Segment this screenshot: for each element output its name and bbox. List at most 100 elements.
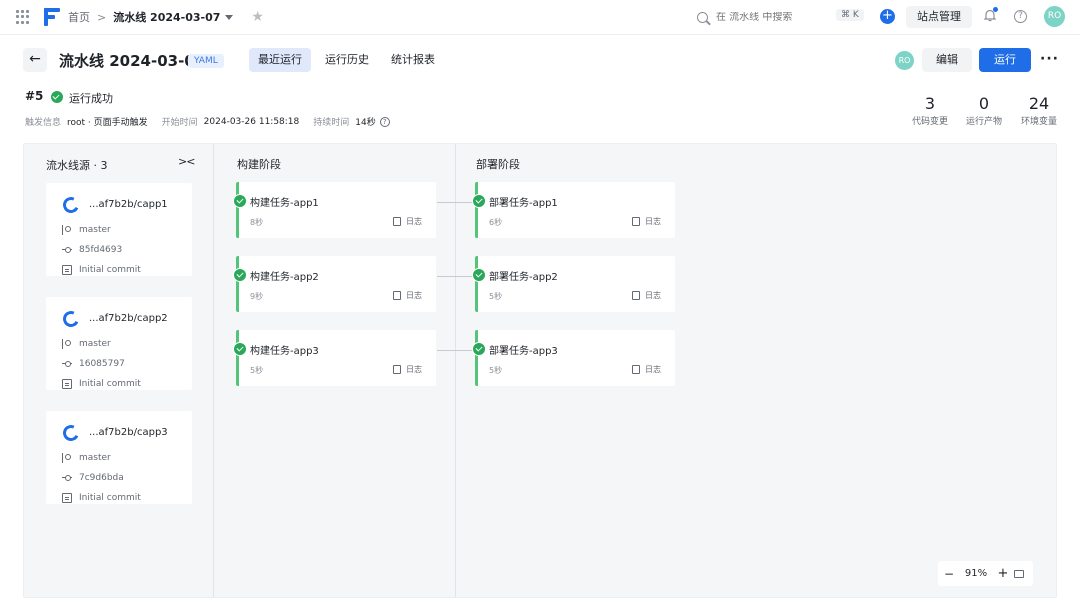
branch-name: master (79, 225, 111, 235)
search-icon (697, 11, 708, 23)
log-link[interactable]: 日志 (393, 290, 422, 301)
branch-name: master (79, 453, 111, 463)
commit-message: Initial commit (79, 493, 141, 503)
tab-recent-runs[interactable]: 最近运行 (249, 48, 311, 72)
branch-icon (62, 339, 72, 349)
source-card[interactable]: ...af7b2b/capp2 master 16085797 Initial … (46, 297, 192, 390)
meta-duration-value: 14秒 (355, 118, 376, 128)
job-name: 构建任务-app2 (250, 272, 319, 283)
commit-hash: 85fd4693 (79, 245, 123, 255)
app-logo-icon[interactable] (44, 8, 60, 26)
job-connector (437, 350, 475, 351)
commit-message: Initial commit (79, 265, 141, 275)
source-card[interactable]: ...af7b2b/capp1 master 85fd4693 Initial … (46, 183, 192, 276)
log-link[interactable]: 日志 (632, 364, 661, 375)
source-card[interactable]: ...af7b2b/capp3 master 7c9d6bda Initial … (46, 411, 192, 504)
breadcrumb-dropdown-icon[interactable] (225, 14, 234, 20)
message-line: Initial commit (62, 265, 141, 275)
zoom-controls: − 91% + (938, 561, 1033, 586)
job-duration: 5秒 (250, 366, 264, 375)
zoom-out-button[interactable]: − (938, 567, 960, 581)
commit-icon (62, 359, 72, 369)
log-link[interactable]: 日志 (632, 290, 661, 301)
commit-hash: 7c9d6bda (79, 473, 124, 483)
job-name: 部署任务-app3 (489, 346, 558, 357)
message-line: Initial commit (62, 493, 141, 503)
info-icon[interactable]: ? (379, 116, 390, 127)
commit-hash: 16085797 (79, 359, 125, 369)
commit-icon (62, 245, 72, 255)
collapse-icon[interactable]: >< (178, 155, 195, 168)
meta-trigger-key: 触发信息 (25, 118, 62, 128)
search-input[interactable] (716, 11, 826, 23)
log-label: 日志 (406, 365, 422, 374)
branch-line: master (62, 339, 111, 349)
back-button[interactable]: ← (23, 48, 47, 72)
stage-title-build: 构建阶段 (237, 158, 281, 171)
stat-code-changes[interactable]: 3 代码变更 (908, 94, 952, 127)
add-icon[interactable]: + (880, 9, 895, 24)
log-label: 日志 (645, 365, 661, 374)
apps-grid-icon[interactable] (16, 10, 30, 24)
log-link[interactable]: 日志 (632, 216, 661, 227)
commit-icon (62, 473, 72, 483)
zoom-in-button[interactable]: + (992, 566, 1014, 581)
stat-env-vars[interactable]: 24 环境变量 (1016, 94, 1062, 127)
breadcrumb-current[interactable]: 流水线 2024-03-07 (113, 9, 220, 25)
topbar-divider (0, 34, 1080, 35)
log-link[interactable]: 日志 (393, 364, 422, 375)
success-icon (472, 342, 486, 356)
pipeline-canvas[interactable]: 流水线源 · 3 >< ...af7b2b/capp1 master 85fd4… (23, 143, 1057, 598)
more-icon[interactable]: ··· (1040, 51, 1059, 67)
success-icon (472, 194, 486, 208)
log-label: 日志 (406, 291, 422, 300)
repo-name: ...af7b2b/capp3 (89, 427, 168, 438)
log-label: 日志 (406, 217, 422, 226)
stat-value: 3 (924, 94, 936, 113)
success-icon (472, 268, 486, 282)
breadcrumb-home[interactable]: 首页 (68, 9, 90, 25)
star-icon[interactable]: ★ (251, 9, 264, 25)
repo-icon (60, 308, 82, 330)
job-connector (437, 276, 475, 277)
stat-label: 代码变更 (911, 117, 948, 127)
stat-value: 0 (978, 94, 990, 113)
repo-icon (60, 422, 82, 444)
job-card[interactable]: 构建任务-app2 9秒 日志 (233, 256, 436, 312)
job-card[interactable]: 部署任务-app2 5秒 日志 (472, 256, 675, 312)
site-manage-button[interactable]: 站点管理 (906, 6, 972, 28)
success-icon (233, 268, 247, 282)
edit-button[interactable]: 编辑 (922, 48, 972, 72)
repo-name: ...af7b2b/capp2 (89, 313, 168, 324)
run-button[interactable]: 运行 (979, 48, 1031, 72)
help-icon[interactable]: ? (1014, 10, 1027, 23)
source-title: 流水线源 · 3 (46, 159, 108, 172)
job-card[interactable]: 部署任务-app3 5秒 日志 (472, 330, 675, 386)
success-icon (51, 91, 63, 103)
branch-name: master (79, 339, 111, 349)
user-avatar[interactable]: RO (1044, 6, 1065, 27)
message-line: Initial commit (62, 379, 141, 389)
job-card[interactable]: 部署任务-app1 6秒 日志 (472, 182, 675, 238)
meta-start-value: 2024-03-26 11:58:18 (203, 116, 300, 127)
fit-screen-icon[interactable] (1014, 569, 1024, 578)
branch-line: master (62, 225, 111, 235)
log-link[interactable]: 日志 (393, 216, 422, 227)
stat-label: 运行产物 (965, 117, 1002, 127)
success-icon (233, 342, 247, 356)
job-duration: 8秒 (250, 218, 264, 227)
meta-trigger-value: root · 页面手动触发 (67, 118, 148, 128)
owner-avatar: RO (895, 51, 914, 70)
log-icon (632, 365, 640, 374)
tab-run-history[interactable]: 运行历史 (316, 48, 378, 72)
job-card[interactable]: 构建任务-app1 8秒 日志 (233, 182, 436, 238)
zoom-level: 91% (964, 568, 988, 579)
log-icon (393, 217, 401, 226)
breadcrumb-separator: > (97, 10, 107, 24)
job-card[interactable]: 构建任务-app3 5秒 日志 (233, 330, 436, 386)
commit-line: 7c9d6bda (62, 473, 124, 483)
source-column: 流水线源 · 3 >< ...af7b2b/capp1 master 85fd4… (24, 144, 214, 597)
job-duration: 9秒 (250, 292, 264, 301)
tab-statistics[interactable]: 统计报表 (382, 48, 444, 72)
stat-artifacts[interactable]: 0 运行产物 (962, 94, 1006, 127)
